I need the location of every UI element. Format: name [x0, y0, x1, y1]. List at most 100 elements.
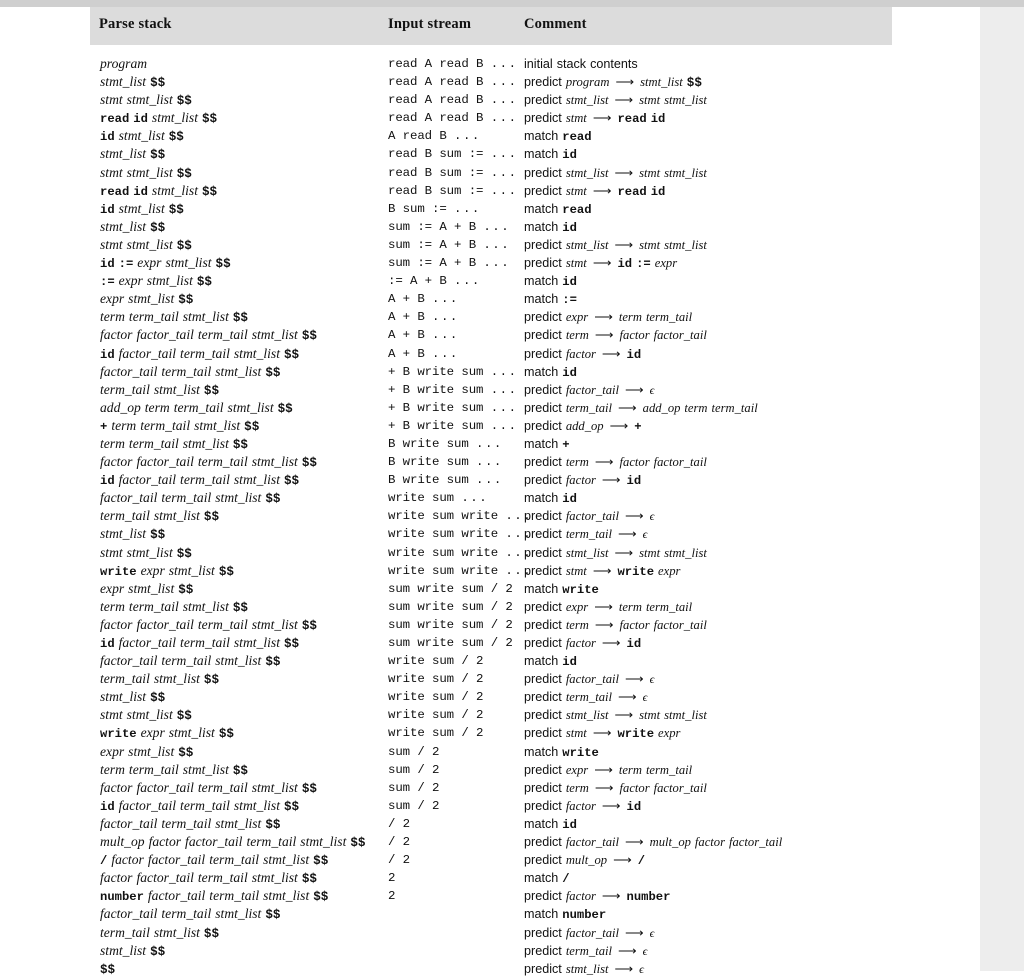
- cell-parse-stack: program: [100, 56, 148, 71]
- cell-comment: predict stmt_list ⟶ stmt stmt_list: [524, 707, 707, 723]
- cell-comment: predict factor ⟶ id: [524, 345, 642, 362]
- cell-comment: predict stmt ⟶ read id: [524, 182, 666, 199]
- table-row: term_tail stmt_list $$ predict factor_tail ⟶ ϵ: [90, 924, 892, 942]
- cell-parse-stack: stmt_list $$: [100, 689, 166, 706]
- cell-parse-stack: id stmt_list $$: [100, 200, 184, 217]
- cell-comment: match id: [524, 654, 577, 670]
- table-row: program read A read B ... initial stack cont…: [90, 55, 892, 73]
- cell-input-stream: write sum write ...: [388, 527, 533, 542]
- cell-comment: predict stmt_list ⟶ stmt stmt_list: [524, 92, 707, 108]
- table-row: factor_tail term_tail stmt_list $$ match numb…: [90, 905, 892, 923]
- cell-input-stream: write sum / 2: [388, 690, 484, 705]
- cell-parse-stack: id:= expr stmt_list $$: [100, 255, 231, 272]
- cell-input-stream: read B sum := ...: [388, 183, 518, 198]
- cell-parse-stack: factor factor_tail term_tail stmt_list $$: [100, 779, 317, 796]
- cell-comment: predict term_tail ⟶ ϵ: [524, 689, 648, 705]
- cell-comment: predict term ⟶ factor factor_tail: [524, 327, 707, 343]
- cell-comment: predict stmt ⟶ write expr: [524, 725, 681, 742]
- cell-input-stream: B write sum ...: [388, 436, 503, 451]
- table-row: factor_tail term_tail stmt_list $$ + B write…: [90, 363, 892, 381]
- cell-input-stream: sum / 2: [388, 780, 440, 795]
- cell-input-stream: write sum write ...: [388, 509, 533, 524]
- table-row: stmt stmt_list $$ read A read B ... predict s…: [90, 91, 892, 109]
- table-row: id factor_tail term_tail stmt_list $$ sum wri…: [90, 634, 892, 652]
- cell-input-stream: / 2: [388, 816, 411, 831]
- cell-input-stream: sum / 2: [388, 744, 440, 759]
- cell-comment: predict factor ⟶ id: [524, 797, 642, 814]
- column-header-parse-stack: Parse stack: [99, 16, 172, 32]
- table-row: factor factor_tail term_tail stmt_list $$ B w…: [90, 453, 892, 471]
- cell-comment: predict mult_op ⟶ /: [524, 852, 646, 869]
- cell-parse-stack: read id stmt_list $$: [100, 110, 218, 127]
- table-body: program read A read B ... initial stack cont…: [90, 45, 892, 978]
- cell-parse-stack: id factor_tail term_tail stmt_list $$: [100, 797, 300, 814]
- table-row: factor factor_tail term_tail stmt_list $$ sum…: [90, 779, 892, 797]
- table-row: factor_tail term_tail stmt_list $$ write sum…: [90, 489, 892, 507]
- table-row: term term_tail stmt_list $$ B write sum ... m…: [90, 435, 892, 453]
- cell-input-stream: sum write sum / 2: [388, 581, 513, 596]
- cell-input-stream: + B write sum ...: [388, 400, 518, 415]
- document-page: Parse stack Input stream Comment program…: [0, 7, 980, 977]
- cell-comment: match /: [524, 871, 570, 887]
- table-row: factor factor_tail term_tail stmt_list $$ 2 ma…: [90, 869, 892, 887]
- cell-comment: predict expr ⟶ term term_tail: [524, 761, 693, 777]
- cell-parse-stack: stmt stmt_list $$: [100, 544, 192, 561]
- cell-input-stream: 2: [388, 871, 396, 886]
- cell-input-stream: write sum ...: [388, 491, 489, 506]
- cell-comment: match read: [524, 129, 592, 145]
- table-row: id factor_tail term_tail stmt_list $$ B write…: [90, 471, 892, 489]
- cell-comment: match number: [524, 907, 607, 923]
- cell-input-stream: write sum write ...: [388, 563, 533, 578]
- table-row: id:= expr stmt_list $$ sum := A + B ... predi…: [90, 254, 892, 272]
- cell-parse-stack: stmt_list $$: [100, 74, 166, 91]
- table-row: number factor_tail term_tail stmt_list $$ 2 pr…: [90, 887, 892, 905]
- cell-input-stream: A + B ...: [388, 328, 459, 343]
- cell-input-stream: B sum := ...: [388, 201, 481, 216]
- cell-comment: predict term_tail ⟶ add_op term term_tail: [524, 399, 758, 415]
- cell-parse-stack: stmt_list $$: [100, 942, 166, 959]
- table-row: stmt_list $$ read A read B ... predict progr…: [90, 73, 892, 91]
- cell-comment: predict add_op ⟶ +: [524, 417, 642, 434]
- table-row: id factor_tail term_tail stmt_list $$ sum / 2…: [90, 797, 892, 815]
- cell-parse-stack: factor factor_tail term_tail stmt_list $$: [100, 870, 317, 887]
- cell-comment: predict stmt ⟶ write expr: [524, 562, 681, 579]
- cell-comment: predict expr ⟶ term term_tail: [524, 309, 693, 325]
- cell-comment: predict factor_tail ⟶ ϵ: [524, 381, 655, 397]
- cell-parse-stack: factor factor_tail term_tail stmt_list $$: [100, 327, 317, 344]
- cell-parse-stack: term_tail stmt_list $$: [100, 508, 220, 525]
- table-row: id factor_tail term_tail stmt_list $$ A + B .…: [90, 345, 892, 363]
- table-header-row: Parse stack Input stream Comment: [90, 7, 892, 45]
- page-right-gutter: [980, 7, 1024, 971]
- table-row: write expr stmt_list $$ write sum write ... p…: [90, 562, 892, 580]
- cell-parse-stack: + term term_tail stmt_list $$: [100, 417, 260, 434]
- table-row: term_tail stmt_list $$ write sum write ... p…: [90, 507, 892, 525]
- table-row: id stmt_list $$ B sum := ... match read: [90, 200, 892, 218]
- cell-parse-stack: term_tail stmt_list $$: [100, 381, 220, 398]
- cell-comment: match:=: [524, 292, 577, 308]
- cell-comment: predict term ⟶ factor factor_tail: [524, 454, 707, 470]
- cell-input-stream: write sum / 2: [388, 672, 484, 687]
- cell-comment: predict term_tail ⟶ ϵ: [524, 942, 648, 958]
- cell-input-stream: read A read B ...: [388, 57, 518, 71]
- cell-input-stream: sum := A + B ...: [388, 256, 511, 271]
- cell-parse-stack: stmt stmt_list $$: [100, 236, 192, 253]
- cell-input-stream: + B write sum ...: [388, 364, 518, 379]
- cell-parse-stack: number factor_tail term_tail stmt_list $$: [100, 888, 329, 905]
- cell-parse-stack: factor_tail term_tail stmt_list $$: [100, 363, 281, 380]
- cell-parse-stack: factor_tail term_tail stmt_list $$: [100, 815, 281, 832]
- cell-input-stream: sum / 2: [388, 798, 440, 813]
- cell-comment: match id: [524, 364, 577, 380]
- cell-parse-stack: factor_tail term_tail stmt_list $$: [100, 653, 281, 670]
- cell-input-stream: + B write sum ...: [388, 382, 518, 397]
- cell-parse-stack: mult_op factor factor_tail term_tail stmt_li…: [100, 834, 366, 851]
- cell-comment: predict factor ⟶ number: [524, 888, 671, 905]
- column-header-comment: Comment: [524, 16, 587, 32]
- cell-parse-stack: factor factor_tail term_tail stmt_list $$: [100, 454, 317, 471]
- cell-comment: match id: [524, 147, 577, 163]
- cell-input-stream: read B sum := ...: [388, 165, 518, 180]
- cell-input-stream: A + B ...: [388, 310, 459, 325]
- cell-parse-stack: write expr stmt_list $$: [100, 725, 234, 742]
- cell-parse-stack: stmt stmt_list $$: [100, 164, 192, 181]
- table-row: stmt_list $$ predict term_tail ⟶ ϵ: [90, 942, 892, 960]
- cell-comment: match write: [524, 744, 599, 760]
